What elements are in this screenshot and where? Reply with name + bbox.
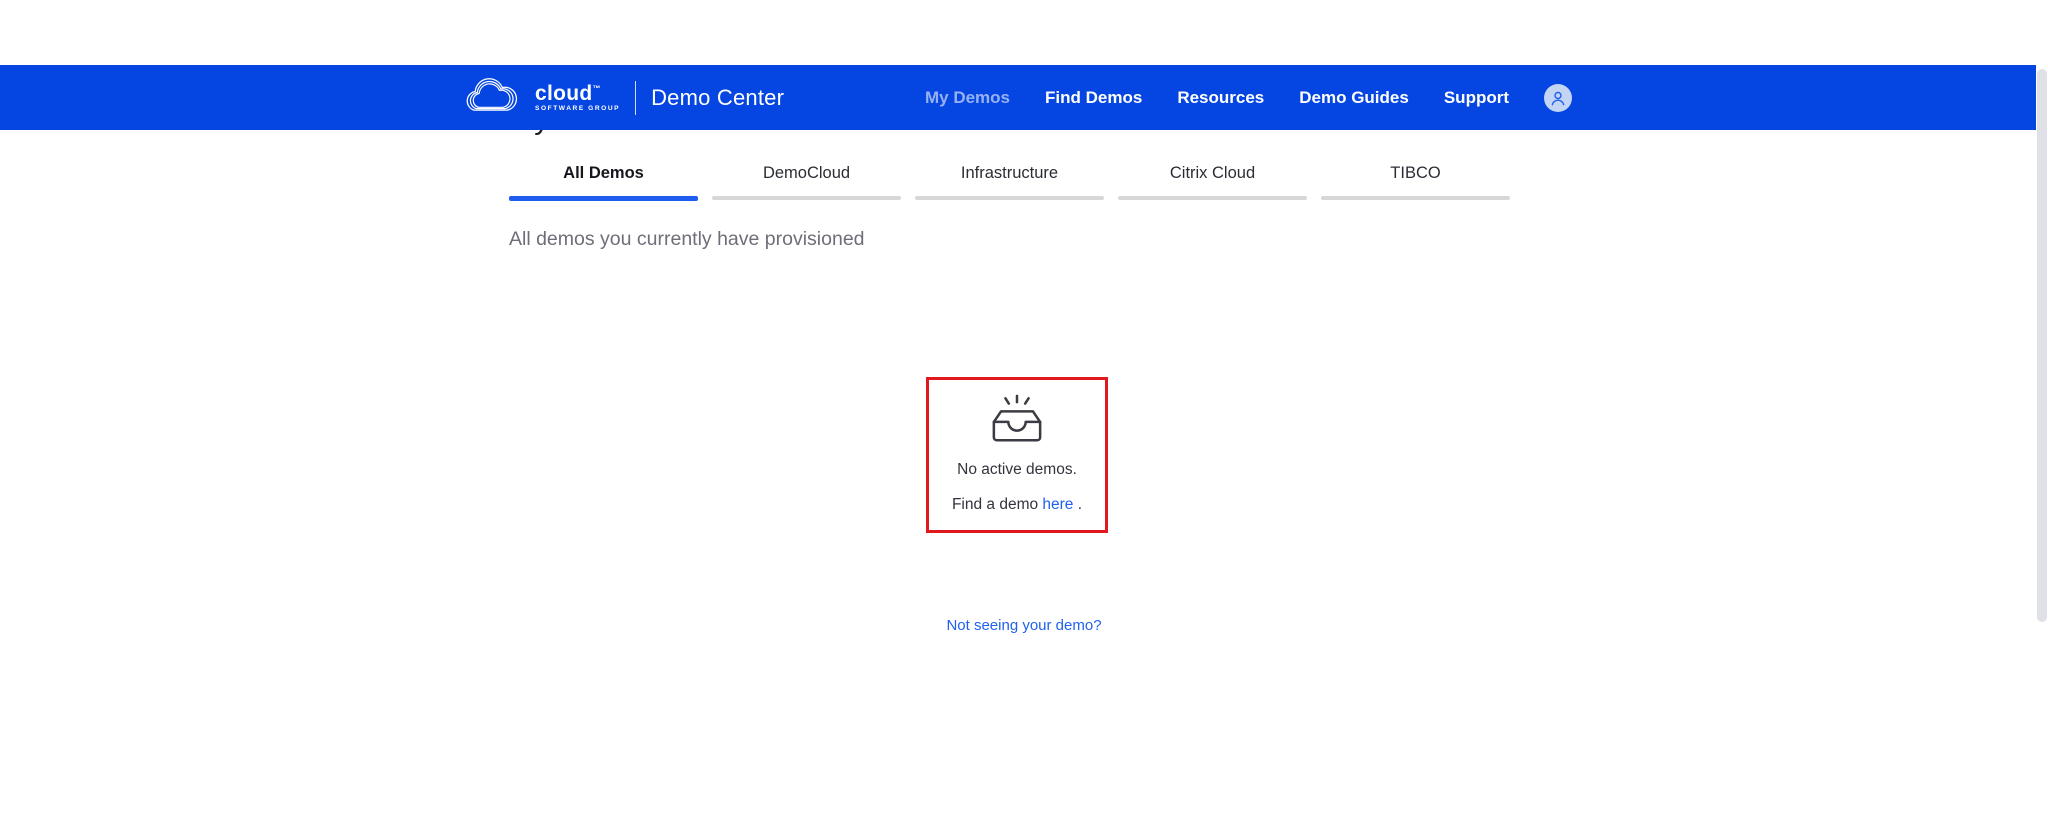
tab-underline [915,196,1104,200]
main-content: My Demos All Demos DemoCloud Infrastruct… [509,65,1539,635]
app-title: Demo Center [651,84,785,110]
tab-label: TIBCO [1390,164,1441,182]
red-annotation-box: No active demos. Find a demo here . [926,377,1108,533]
footer-link-row: Not seeing your demo? [509,617,1539,635]
nav-item-find-demos[interactable]: Find Demos [1045,88,1142,108]
nav-item-resources[interactable]: Resources [1177,88,1264,108]
header-inner: cloud™ SOFTWARE GROUP Demo Center My Dem… [464,65,1572,130]
top-header: cloud™ SOFTWARE GROUP Demo Center My Dem… [0,65,2036,130]
brand-logo-subtext: SOFTWARE GROUP [535,104,621,112]
tab-label: Citrix Cloud [1169,164,1256,182]
tab-tibco[interactable]: TIBCO [1321,164,1510,201]
nav-item-my-demos[interactable]: My Demos [925,88,1010,108]
cloud-logo-icon [464,76,518,120]
tab-label: Infrastructure [960,164,1059,182]
tab-citrix-cloud[interactable]: Citrix Cloud [1118,164,1307,201]
tab-bar: All Demos DemoCloud Infrastructure Citri… [509,164,1539,201]
empty-state-message: No active demos. [957,461,1077,478]
header-nav: My Demos Find Demos Resources Demo Guide… [925,83,1572,112]
find-demo-here-link[interactable]: here [1042,496,1073,513]
empty-state-wrap: No active demos. Find a demo here . [509,377,1539,533]
tab-label: DemoCloud [762,164,851,182]
tab-label: All Demos [563,164,644,182]
find-demo-text: Find a demo here . [951,496,1083,513]
brand-logo[interactable]: cloud™ SOFTWARE GROUP Demo Center [464,76,784,120]
tab-underline [712,196,901,200]
nav-item-demo-guides[interactable]: Demo Guides [1299,88,1409,108]
tab-underline [509,196,698,201]
trademark-symbol: ™ [592,83,601,93]
tab-democloud[interactable]: DemoCloud [712,164,901,201]
brand-divider [635,80,637,115]
tab-underline [1118,196,1307,200]
tab-underline [1321,196,1510,200]
empty-inbox-icon [986,393,1048,452]
brand-logo-word: cloud™ [535,81,601,105]
scrollbar-track [2036,65,2048,831]
scrollbar-thumb[interactable] [2037,69,2047,622]
page-subtitle: All demos you currently have provisioned [509,228,865,250]
not-seeing-demo-link[interactable]: Not seeing your demo? [946,617,1101,634]
tab-infrastructure[interactable]: Infrastructure [915,164,1104,201]
brand-logo-text: cloud™ SOFTWARE GROUP [535,83,620,113]
nav-item-support[interactable]: Support [1444,88,1509,108]
user-avatar-button[interactable] [1544,83,1572,112]
user-avatar-icon [1548,88,1568,108]
tab-all-demos[interactable]: All Demos [509,164,698,201]
